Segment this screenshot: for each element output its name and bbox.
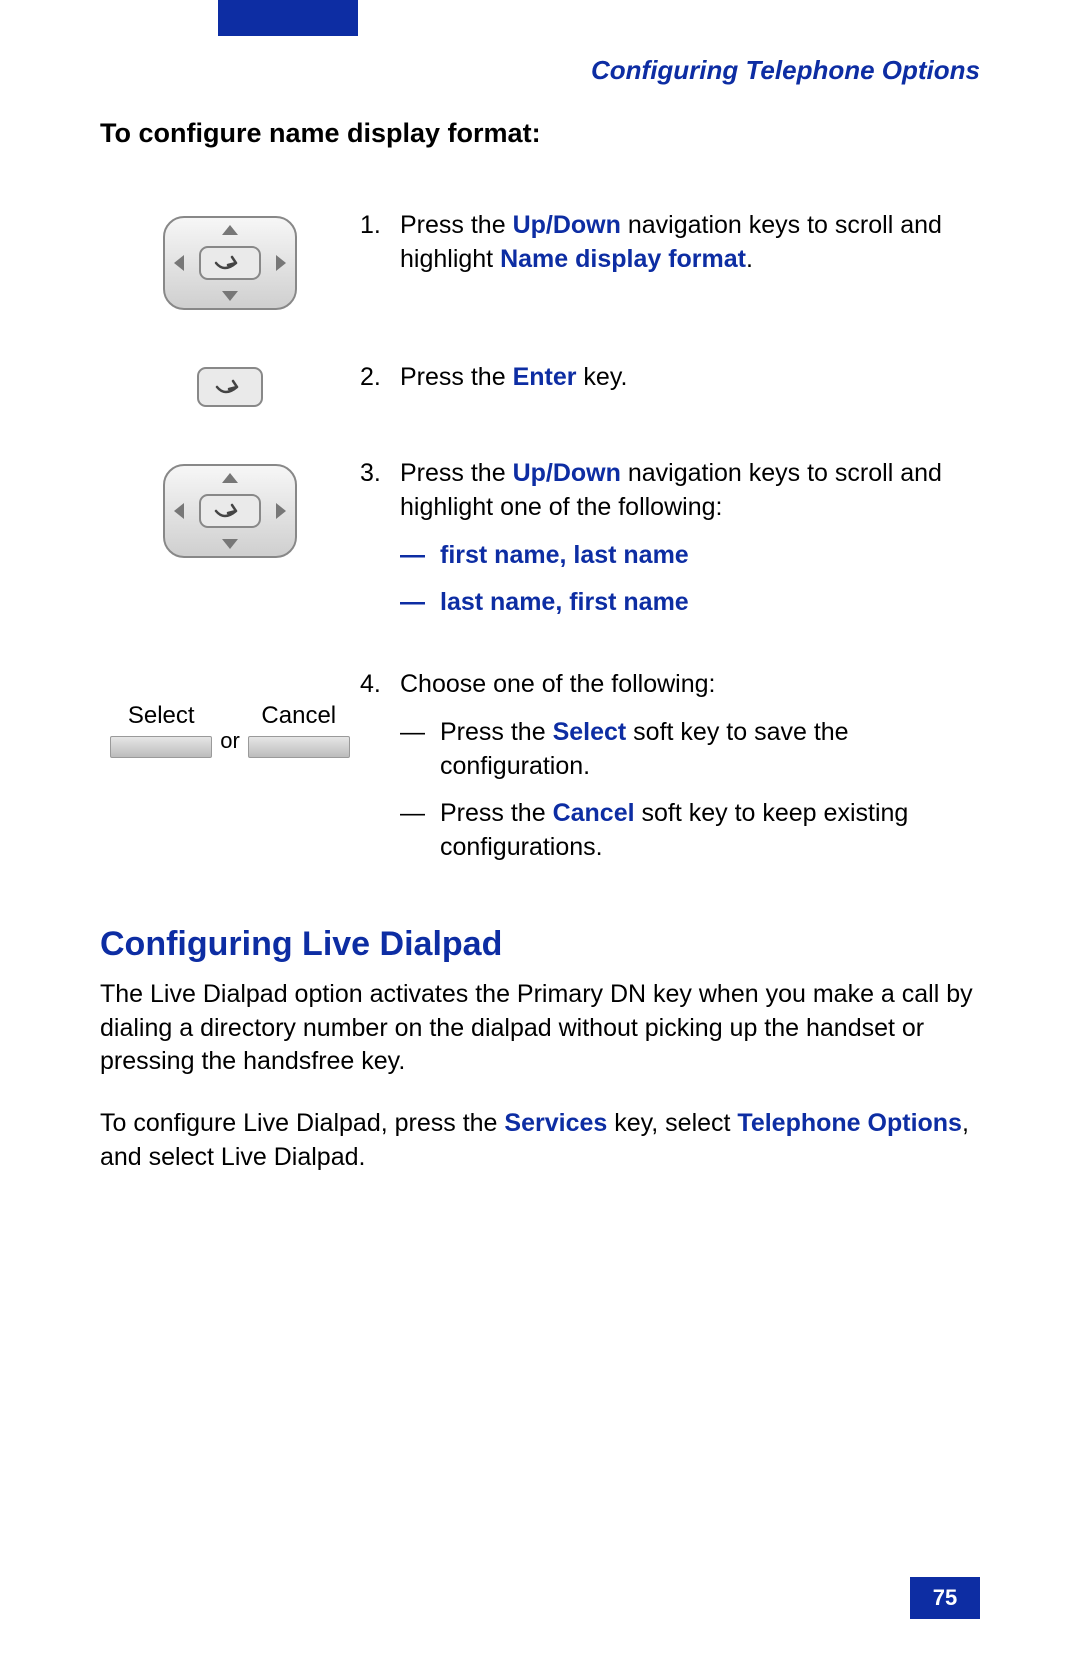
- softkey-group: Select or Cancel: [110, 672, 350, 758]
- option-label: last name, first name: [440, 586, 689, 620]
- text-fragment: Press the: [400, 459, 513, 487]
- select-label: Select: [553, 718, 627, 746]
- step-1-text: 1. Press the Up/Down navigation keys to …: [360, 209, 980, 277]
- procedure-title: To configure name display format:: [100, 118, 980, 149]
- nav-pad-icon: [160, 461, 300, 561]
- nav-pad-illustration-2: [100, 457, 360, 561]
- text-fragment: key, select: [607, 1109, 737, 1137]
- dash: —: [400, 586, 440, 620]
- text-fragment: key.: [576, 363, 627, 391]
- dash: —: [400, 716, 440, 784]
- softkey-cancel-label: Cancel: [261, 702, 336, 730]
- step-4-body: Choose one of the following: — Press the…: [400, 668, 980, 865]
- text-fragment: Press the: [440, 799, 553, 827]
- step-3-body: Press the Up/Down navigation keys to scr…: [400, 457, 980, 620]
- nav-pad-illustration: [100, 209, 360, 313]
- live-dialpad-paragraph-1: The Live Dialpad option activates the Pr…: [100, 978, 980, 1079]
- step-2-text: 2. Press the Enter key.: [360, 361, 980, 395]
- enter-label: Enter: [513, 363, 577, 391]
- page-number: 75: [910, 1577, 980, 1619]
- step-4-sub-select: — Press the Select soft key to save the …: [400, 716, 980, 784]
- services-label: Services: [504, 1109, 607, 1137]
- step-2-body: Press the Enter key.: [400, 361, 980, 395]
- dash: —: [400, 539, 440, 573]
- enter-key-illustration: [100, 361, 360, 409]
- page-body: To configure name display format:: [100, 118, 980, 1203]
- step-3-number: 3.: [360, 457, 400, 620]
- enter-key-icon: [195, 365, 265, 409]
- softkey-or: or: [220, 728, 240, 758]
- live-dialpad-paragraph-2: To configure Live Dialpad, press the Ser…: [100, 1107, 980, 1175]
- step-4-sub-cancel: — Press the Cancel soft key to keep exis…: [400, 797, 980, 865]
- header-accent-bar: [218, 0, 358, 36]
- softkeys-illustration: Select or Cancel: [100, 668, 360, 758]
- softkey-select-label: Select: [128, 702, 195, 730]
- text-fragment: .: [746, 245, 753, 273]
- step-4-number: 4.: [360, 668, 400, 865]
- step-1-body: Press the Up/Down navigation keys to scr…: [400, 209, 980, 277]
- nav-pad-icon: [160, 213, 300, 313]
- step-1-number: 1.: [360, 209, 400, 277]
- up-down-label: Up/Down: [513, 459, 621, 487]
- step-2: 2. Press the Enter key.: [100, 361, 980, 409]
- text-fragment: Press the Select soft key to save the co…: [440, 716, 980, 784]
- step-1: 1. Press the Up/Down navigation keys to …: [100, 209, 980, 313]
- text-fragment: Press the: [400, 363, 513, 391]
- softkey-cancel-button-icon: [248, 736, 350, 758]
- softkey-select: Select: [110, 702, 212, 758]
- text-fragment: Press the Cancel soft key to keep existi…: [440, 797, 980, 865]
- step-3-text: 3. Press the Up/Down navigation keys to …: [360, 457, 980, 620]
- up-down-label: Up/Down: [513, 211, 621, 239]
- step-2-number: 2.: [360, 361, 400, 395]
- name-display-format-label: Name display format: [500, 245, 746, 273]
- softkey-select-button-icon: [110, 736, 212, 758]
- text-fragment: Choose one of the following:: [400, 670, 716, 698]
- step-3: 3. Press the Up/Down navigation keys to …: [100, 457, 980, 620]
- option-last-first: — last name, first name: [400, 586, 980, 620]
- text-fragment: Press the: [400, 211, 513, 239]
- softkey-cancel: Cancel: [248, 702, 350, 758]
- telephone-options-label: Telephone Options: [737, 1109, 962, 1137]
- step-4: Select or Cancel 4. Choose one of the fo…: [100, 668, 980, 865]
- cancel-label: Cancel: [553, 799, 635, 827]
- text-fragment: Press the: [440, 718, 553, 746]
- option-label: first name, last name: [440, 539, 689, 573]
- step-4-text: 4. Choose one of the following: — Press …: [360, 668, 980, 865]
- dash: —: [400, 797, 440, 865]
- section-heading-live-dialpad: Configuring Live Dialpad: [100, 925, 980, 964]
- running-header: Configuring Telephone Options: [591, 55, 980, 86]
- document-page: Configuring Telephone Options To configu…: [0, 0, 1080, 1669]
- text-fragment: To configure Live Dialpad, press the: [100, 1109, 504, 1137]
- option-first-last: — first name, last name: [400, 539, 980, 573]
